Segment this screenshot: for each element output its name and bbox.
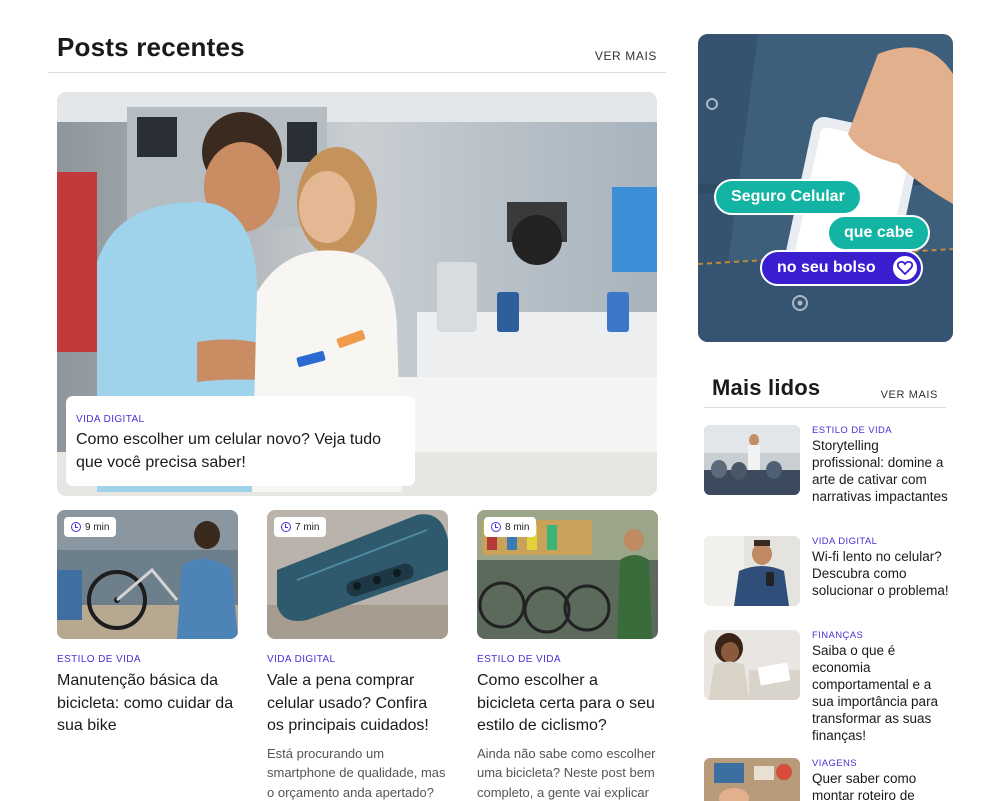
insurance-ad-banner[interactable]: Seguro Celular que cabe no seu bolso <box>698 34 953 342</box>
post-card: 7 min VIDA DIGITAL Vale a pena comprar c… <box>267 510 448 801</box>
popular-thumbnail[interactable] <box>704 425 800 495</box>
post-thumbnail[interactable]: 7 min <box>267 510 448 639</box>
post-card: 8 min ESTILO DE VIDA Como escolher a bic… <box>477 510 658 801</box>
hero-caption-card[interactable]: VIDA DIGITAL Como escolher um celular no… <box>66 396 415 486</box>
hero-category[interactable]: VIDA DIGITAL <box>76 414 405 425</box>
finance-image <box>704 630 800 700</box>
popular-thumbnail[interactable] <box>704 630 800 700</box>
popular-category[interactable]: FINANÇAS <box>812 630 950 641</box>
post-category[interactable]: ESTILO DE VIDA <box>57 654 238 665</box>
post-thumbnail[interactable]: 8 min <box>477 510 658 639</box>
popular-category[interactable]: ESTILO DE VIDA <box>812 425 950 436</box>
popular-thumbnail[interactable] <box>704 536 800 606</box>
popular-category[interactable]: VIAGENS <box>812 758 950 769</box>
clock-icon <box>281 522 291 532</box>
popular-item[interactable]: VIAGENS Quer saber como montar roteiro d… <box>704 758 954 801</box>
read-time: 9 min <box>85 521 110 533</box>
read-time-badge: 9 min <box>64 517 117 537</box>
read-time: 7 min <box>295 521 320 533</box>
post-title[interactable]: Vale a pena comprar celular usado? Confi… <box>267 670 448 738</box>
post-card: 9 min ESTILO DE VIDA Manutenção básica d… <box>57 510 238 738</box>
recent-posts-title: Posts recentes <box>57 32 245 62</box>
post-title[interactable]: Como escolher a bicicleta certa para o s… <box>477 670 658 738</box>
popular-see-more-link[interactable]: VER MAIS <box>881 389 938 401</box>
popular-thumbnail[interactable] <box>704 758 800 801</box>
popular-title[interactable]: Saiba o que é economia comportamental e … <box>812 642 950 744</box>
hero-title[interactable]: Como escolher um celular novo? Veja tudo… <box>76 428 405 474</box>
popular-category[interactable]: VIDA DIGITAL <box>812 536 950 547</box>
hero-post[interactable]: VIDA DIGITAL Como escolher um celular no… <box>57 92 657 496</box>
slow-wifi-image <box>704 536 800 606</box>
popular-title[interactable]: Wi-fi lento no celular? Descubra como so… <box>812 548 950 599</box>
popular-item[interactable]: FINANÇAS Saiba o que é economia comporta… <box>704 630 954 744</box>
ad-line-1: Seguro Celular <box>714 179 862 215</box>
post-excerpt: Ainda não sabe como escolher uma bicicle… <box>477 745 656 800</box>
clock-icon <box>71 522 81 532</box>
ad-line-3: no seu bolso <box>760 250 923 286</box>
ad-line-3-text: no seu bolso <box>777 259 876 276</box>
heart-icon <box>892 256 917 280</box>
read-time-badge: 8 min <box>484 517 537 537</box>
ad-line-2: que cabe <box>827 215 931 251</box>
recent-posts-header: Posts recentes VER MAIS <box>48 30 666 73</box>
popular-posts-header: Mais lidos VER MAIS <box>704 372 946 408</box>
popular-item[interactable]: VIDA DIGITAL Wi-fi lento no celular? Des… <box>704 536 954 606</box>
storytelling-image <box>704 425 800 495</box>
popular-item[interactable]: ESTILO DE VIDA Storytelling profissional… <box>704 425 954 505</box>
post-category[interactable]: VIDA DIGITAL <box>267 654 448 665</box>
travel-image <box>704 758 800 801</box>
post-title[interactable]: Manutenção básica da bicicleta: como cui… <box>57 670 238 738</box>
recent-see-more-link[interactable]: VER MAIS <box>595 49 657 63</box>
post-category[interactable]: ESTILO DE VIDA <box>477 654 658 665</box>
popular-title[interactable]: Storytelling profissional: domine a arte… <box>812 437 950 505</box>
read-time-badge: 7 min <box>274 517 327 537</box>
post-thumbnail[interactable]: 9 min <box>57 510 238 639</box>
popular-posts-title: Mais lidos <box>712 375 821 400</box>
popular-title[interactable]: Quer saber como montar roteiro de <box>812 770 950 801</box>
clock-icon <box>491 522 501 532</box>
post-excerpt: Está procurando um smartphone de qualida… <box>267 745 446 800</box>
read-time: 8 min <box>505 521 530 533</box>
